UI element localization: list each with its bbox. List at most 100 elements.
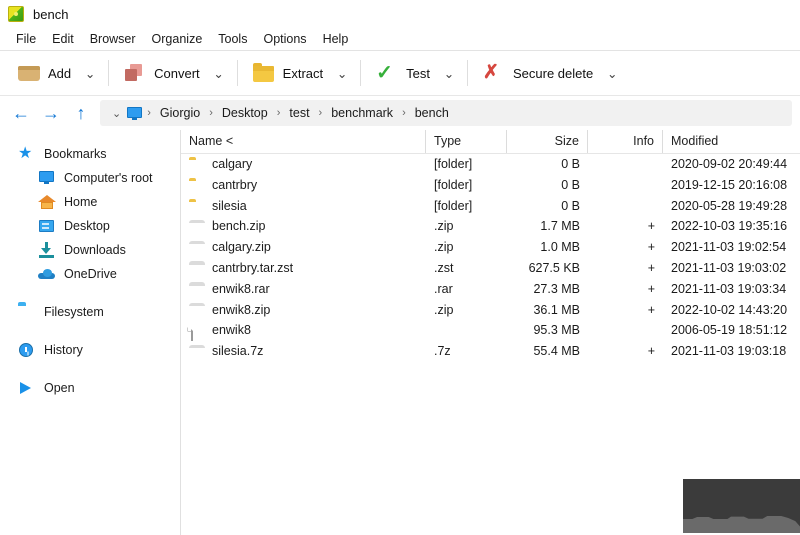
up-button[interactable]: ↑ <box>66 99 96 127</box>
table-row[interactable]: enwik8.zip .zip 36.1 MB + 2022-10-02 14:… <box>181 300 800 321</box>
menu-file[interactable]: File <box>8 30 44 48</box>
extract-button[interactable]: Extract <box>245 59 331 87</box>
folder-icon <box>189 178 205 192</box>
chevron-down-icon: ⌄ <box>606 66 618 81</box>
toolbar-group-test: ✓ Test ⌄ <box>368 59 460 87</box>
menu-browser[interactable]: Browser <box>82 30 144 48</box>
path-history-dropdown[interactable]: ⌄ <box>106 107 127 120</box>
file-info-cell: + <box>647 302 655 317</box>
file-type-cell: [folder] <box>434 157 473 171</box>
folder-icon <box>189 157 205 171</box>
table-row[interactable]: calgary [folder] 0 B 2020-09-02 20:49:44 <box>181 154 800 175</box>
sidebar-item-filesystem[interactable]: Filesystem <box>0 300 180 324</box>
file-modified-cell: 2019-12-15 20:16:08 <box>671 177 788 192</box>
breadcrumb-separator: › <box>209 107 213 119</box>
file-size-cell: 0 B <box>561 157 580 171</box>
toolbar-separator <box>236 60 238 86</box>
file-name: enwik8.rar <box>212 281 270 296</box>
title-bar: bench <box>0 0 800 28</box>
column-header-modified[interactable]: Modified <box>663 130 800 153</box>
table-row[interactable]: enwik8 95.3 MB 2006-05-19 18:51:12 <box>181 320 800 342</box>
computer-monitor-icon[interactable] <box>127 106 143 120</box>
sidebar-item-desktop[interactable]: Desktop <box>0 214 180 238</box>
convert-button[interactable]: Convert <box>116 59 208 87</box>
breadcrumb-separator: › <box>402 107 406 119</box>
file-info-cell: + <box>647 344 655 359</box>
sidebar-label: OneDrive <box>64 267 117 281</box>
table-row[interactable]: enwik8.rar .rar 27.3 MB + 2021-11-03 19:… <box>181 279 800 300</box>
table-row[interactable]: bench.zip .zip 1.7 MB + 2022-10-03 19:35… <box>181 216 800 237</box>
file-name-cell: cantrbry.tar.zst <box>181 258 426 279</box>
file-name: enwik8 <box>212 323 251 338</box>
sidebar-item-home[interactable]: Home <box>0 190 180 214</box>
breadcrumb-item-desktop[interactable]: Desktop <box>216 103 274 123</box>
file-size-cell: 627.5 KB <box>528 260 580 275</box>
breadcrumb-item-bench[interactable]: bench <box>409 103 455 123</box>
column-header-info[interactable]: Info <box>588 130 663 153</box>
add-dropdown-arrow[interactable]: ⌄ <box>79 66 101 81</box>
menu-bar: File Edit Browser Organize Tools Options… <box>0 28 800 51</box>
menu-edit[interactable]: Edit <box>44 30 82 48</box>
table-row[interactable]: calgary.zip .zip 1.0 MB + 2021-11-03 19:… <box>181 237 800 258</box>
file-type-cell: .7z <box>434 344 451 359</box>
test-button-label: Test <box>406 65 430 81</box>
sidebar-item-bookmarks[interactable]: ★ Bookmarks <box>0 142 180 166</box>
toolbar-separator <box>466 60 468 86</box>
column-header-type[interactable]: Type <box>426 130 507 153</box>
table-row[interactable]: silesia.7z .7z 55.4 MB + 2021-11-03 19:0… <box>181 341 800 362</box>
sidebar-item-history[interactable]: History <box>0 338 180 362</box>
file-name-cell: calgary <box>181 154 426 175</box>
table-row[interactable]: cantrbry.tar.zst .zst 627.5 KB + 2021-11… <box>181 258 800 279</box>
column-header-size[interactable]: Size <box>507 130 588 153</box>
convert-squares-icon <box>124 63 146 83</box>
file-info-cell: + <box>647 281 655 296</box>
breadcrumb-item-benchmark[interactable]: benchmark <box>325 103 399 123</box>
file-list-body: calgary [folder] 0 B 2020-09-02 20:49:44… <box>181 154 800 362</box>
file-name-cell: silesia <box>181 196 426 217</box>
sidebar-label: Bookmarks <box>44 147 107 161</box>
folder-icon <box>252 63 275 83</box>
breadcrumb-separator: › <box>147 107 151 119</box>
add-button[interactable]: Add <box>10 59 79 87</box>
breadcrumb-item-giorgio[interactable]: Giorgio <box>154 103 206 123</box>
sidebar-item-downloads[interactable]: Downloads <box>0 238 180 262</box>
file-name: cantrbry <box>212 177 258 192</box>
home-icon <box>38 194 56 210</box>
table-row[interactable]: silesia [folder] 0 B 2020-05-28 19:49:28 <box>181 196 800 217</box>
file-modified-cell: 2021-11-03 19:03:02 <box>671 260 787 275</box>
sidebar-label: Computer's root <box>64 171 153 185</box>
secure-delete-dropdown-arrow[interactable]: ⌄ <box>601 66 623 81</box>
file-name-cell: silesia.7z <box>181 341 426 362</box>
secure-delete-button[interactable]: ✗ Secure delete <box>475 59 601 87</box>
menu-help[interactable]: Help <box>315 30 357 48</box>
file-type-cell: [folder] <box>434 177 473 192</box>
sidebar-item-onedrive[interactable]: OneDrive <box>0 262 180 286</box>
red-cross-icon: ✗ <box>482 62 499 83</box>
rar-archive-icon <box>189 282 205 296</box>
menu-options[interactable]: Options <box>255 30 314 48</box>
extract-button-label: Extract <box>282 65 324 81</box>
toolbar-group-convert: Convert ⌄ <box>116 59 230 87</box>
sidebar-item-computers-root[interactable]: Computer's root <box>0 166 180 190</box>
test-button[interactable]: ✓ Test <box>368 59 438 87</box>
file-size-cell: 36.1 MB <box>533 302 580 317</box>
back-button[interactable]: ← <box>6 99 36 127</box>
toolbar-group-extract: Extract ⌄ <box>245 59 353 87</box>
menu-organize[interactable]: Organize <box>144 30 211 48</box>
navigation-bar: ← → ↑ ⌄ › Giorgio › Desktop › test › ben… <box>0 96 800 130</box>
extract-dropdown-arrow[interactable]: ⌄ <box>331 66 353 81</box>
peazip-logo-icon <box>8 6 24 22</box>
sidebar-item-open[interactable]: Open <box>0 376 180 400</box>
table-row[interactable]: cantrbry [folder] 0 B 2019-12-15 20:16:0… <box>181 175 800 196</box>
file-info-cell: + <box>647 219 655 234</box>
secure-delete-button-label: Secure delete <box>512 65 594 81</box>
forward-button[interactable]: → <box>36 99 66 127</box>
menu-tools[interactable]: Tools <box>210 30 255 48</box>
convert-dropdown-arrow[interactable]: ⌄ <box>208 66 230 81</box>
column-header-name[interactable]: Name < <box>181 130 426 153</box>
file-size-cell: 0 B <box>561 177 580 192</box>
test-dropdown-arrow[interactable]: ⌄ <box>438 66 460 81</box>
breadcrumb-item-test[interactable]: test <box>283 103 315 123</box>
file-name: enwik8.zip <box>212 302 271 317</box>
